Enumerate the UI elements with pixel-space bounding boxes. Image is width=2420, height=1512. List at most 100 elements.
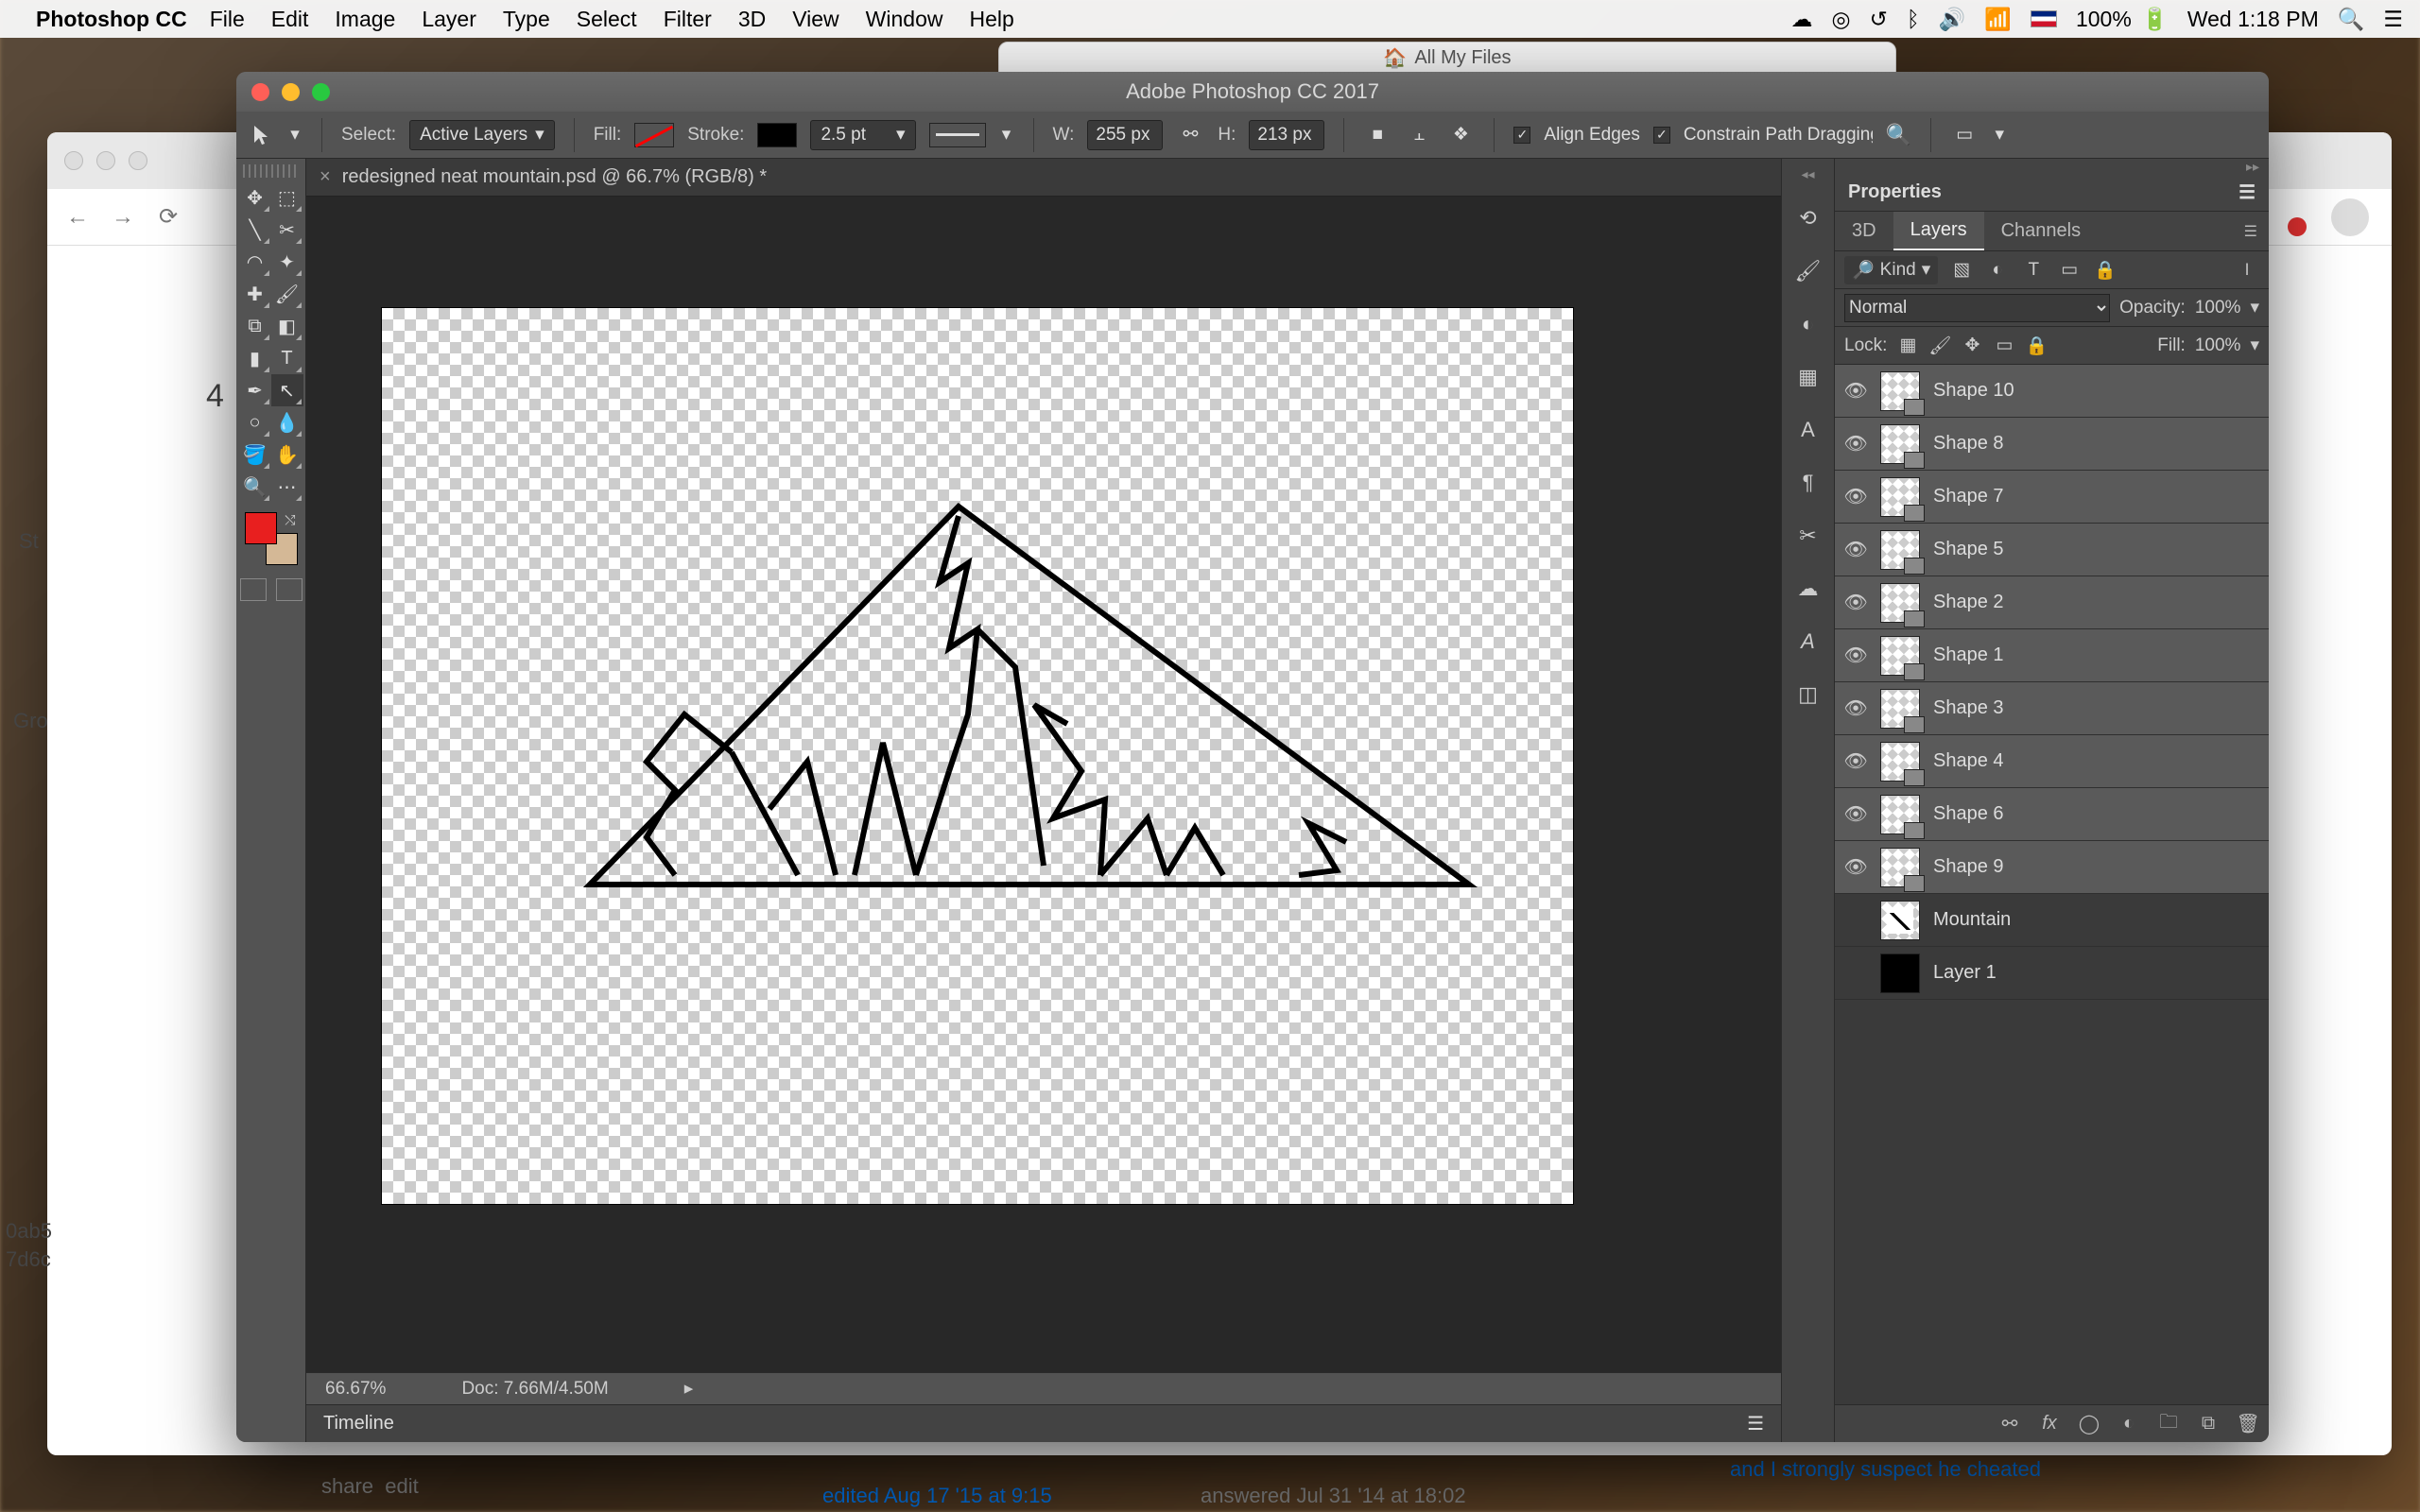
eraser-tool[interactable]: ◧ [271,310,303,342]
layer-thumbnail[interactable] [1880,795,1920,834]
menu-select[interactable]: Select [577,7,637,32]
zoom-button[interactable] [312,83,330,101]
type-tool[interactable]: T [271,342,303,374]
visibility-toggle[interactable]: 👁 [1844,486,1867,508]
visibility-toggle[interactable]: 👁 [1844,539,1867,561]
layer-row[interactable]: Layer 1 [1835,947,2269,1000]
stroke-width-input[interactable]: 2.5 pt▾ [810,120,915,150]
artboard-tool[interactable]: ⬚ [271,181,303,214]
visibility-toggle[interactable]: 👁 [1844,644,1867,667]
layer-thumbnail[interactable] [1880,901,1920,940]
filter-kind-dropdown[interactable]: 🔎 Kind ▾ [1844,256,1938,284]
status-menu-icon[interactable]: ▸ [684,1378,694,1400]
visibility-toggle[interactable] [1844,909,1867,932]
bucket-tool[interactable]: 🪣 [239,438,271,471]
opacity-value[interactable]: 100% [2195,298,2241,318]
profile-avatar[interactable] [2331,198,2369,236]
libraries-icon[interactable]: ☁ [1792,573,1824,605]
cloud-sync-icon[interactable]: ☁ [1791,7,1813,32]
more-tools[interactable]: ⋯ [271,471,303,503]
lock-pixels-icon[interactable]: 🖌 [1928,335,1951,357]
brushes-icon[interactable]: 🖌 [1792,255,1824,287]
canvas[interactable] [382,308,1573,1204]
menu-view[interactable]: View [792,7,838,32]
layer-thumbnail[interactable] [1880,954,1920,993]
stroke-swatch[interactable] [757,123,797,147]
width-input[interactable] [1087,120,1163,150]
canvas-viewport[interactable] [306,197,1781,1372]
layer-row[interactable]: Mountain [1835,894,2269,947]
menu-layer[interactable]: Layer [422,7,476,32]
actions-icon[interactable]: ✂ [1792,520,1824,552]
timeline-panel[interactable]: Timeline ☰ [306,1404,1781,1442]
glyphs-icon[interactable]: A [1792,626,1824,658]
filter-toggle[interactable]: ⏽ [2235,258,2259,283]
lock-transparency-icon[interactable]: ▦ [1896,335,1919,357]
cc-icon[interactable]: ◎ [1832,7,1851,32]
layer-name[interactable]: Shape 4 [1933,750,2004,772]
layer-thumbnail[interactable] [1880,530,1920,570]
edited-link[interactable]: edited Aug 17 '15 at 9:15 [822,1484,1052,1508]
direct-select-tool[interactable]: ↖ [271,374,303,406]
adjustment-layer-icon[interactable]: ◐ [2118,1413,2140,1435]
zoom-tool[interactable]: 🔍 [239,471,271,503]
lock-artboard-icon[interactable]: ▭ [1993,335,2015,357]
expand-panels-icon[interactable]: ◂◂ [1782,166,1834,181]
layer-thumbnail[interactable] [1880,689,1920,729]
fill-value[interactable]: 100% [2195,335,2241,356]
menu-file[interactable]: File [210,7,245,32]
constrain-checkbox[interactable]: ✓ [1653,127,1670,144]
menu-help[interactable]: Help [969,7,1013,32]
quickmask-toggle[interactable] [240,578,267,601]
eyedropper-tool[interactable]: 💧 [271,406,303,438]
gradient-tool[interactable]: ▮ [239,342,271,374]
filter-smart-icon[interactable]: 🔒 [2093,258,2118,283]
fill-dropdown-icon[interactable]: ▾ [2250,335,2259,356]
clone-tool[interactable]: ⧉ [239,310,271,342]
layer-row[interactable]: 👁Shape 2 [1835,576,2269,629]
layer-thumbnail[interactable] [1880,371,1920,411]
blend-mode-select[interactable]: Normal [1844,294,2110,322]
clock[interactable]: Wed 1:18 PM [2187,7,2319,32]
layer-row[interactable]: 👁Shape 1 [1835,629,2269,682]
color-swatches[interactable]: ⤭ [245,512,298,565]
stroke-style-dropdown[interactable] [929,123,986,147]
layer-row[interactable]: 👁Shape 7 [1835,471,2269,524]
forward-icon[interactable]: → [110,204,136,231]
hand-tool[interactable]: ✋ [271,438,303,471]
menu-edit[interactable]: Edit [271,7,309,32]
lock-position-icon[interactable]: ✥ [1961,335,1983,357]
screen-mode-icon[interactable]: ▭ [1950,121,1979,149]
panel-menu-icon[interactable]: ☰ [2238,180,2256,204]
layer-row[interactable]: 👁Shape 6 [1835,788,2269,841]
layer-thumbnail[interactable] [1880,848,1920,887]
layer-thumbnail[interactable] [1880,477,1920,517]
layers-list[interactable]: 👁Shape 10👁Shape 8👁Shape 7👁Shape 5👁Shape … [1835,365,2269,1404]
share-link[interactable]: share edit [321,1474,419,1499]
pen-tool[interactable]: ✒ [239,374,271,406]
swap-colors-icon[interactable]: ⤭ [285,512,295,528]
properties-panel-header[interactable]: Properties ☰ [1835,174,2269,212]
mask-icon[interactable]: ◯ [2078,1413,2100,1435]
styles-icon[interactable]: ▦ [1792,361,1824,393]
healing-tool[interactable]: ✚ [239,278,271,310]
foreground-color[interactable] [245,512,277,544]
tab-layers[interactable]: Layers [1893,212,1984,250]
link-layers-icon[interactable]: ⚯ [1998,1413,2021,1435]
lasso-tool[interactable]: ◠ [239,246,271,278]
menu-window[interactable]: Window [866,7,943,32]
search-icon[interactable]: 🔍 [1886,123,1911,147]
panel-menu-icon[interactable]: ☰ [1747,1412,1764,1435]
layer-row[interactable]: 👁Shape 5 [1835,524,2269,576]
visibility-toggle[interactable]: 👁 [1844,433,1867,455]
layer-thumbnail[interactable] [1880,636,1920,676]
filter-shape-icon[interactable]: ▭ [2057,258,2082,283]
close-button[interactable] [251,83,269,101]
filter-type-icon[interactable]: T [2021,258,2046,283]
battery-status[interactable]: 100% 🔋 [2076,7,2169,32]
app-name[interactable]: Photoshop CC [36,7,187,32]
layer-name[interactable]: Shape 6 [1933,803,2004,825]
wifi-icon[interactable]: 📶 [1984,7,2012,32]
layer-name[interactable]: Shape 3 [1933,697,2004,719]
extension-badge[interactable] [2288,217,2307,236]
